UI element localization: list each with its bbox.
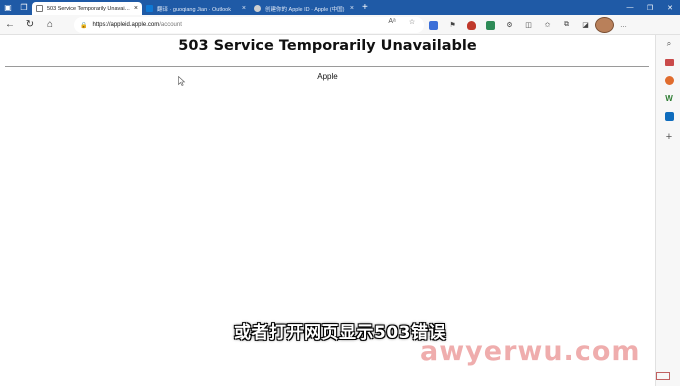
tab-503[interactable]: 503 Service Temporarily Unavaila... × <box>32 2 142 15</box>
translate-extension-icon[interactable] <box>424 17 443 33</box>
extensions: ⚑ ⚙ ◫ ✩ ⧉ ◪ … <box>424 17 633 33</box>
watermark: awyerwu.com <box>420 336 641 367</box>
tab-label: 503 Service Temporarily Unavaila... <box>47 5 131 12</box>
url-path: /account <box>159 22 182 28</box>
close-window-icon[interactable]: ✕ <box>660 0 680 15</box>
refresh-icon[interactable]: ↻ <box>20 15 40 35</box>
office-icon[interactable]: W <box>664 93 674 103</box>
corner-logo-icon <box>656 372 670 380</box>
close-icon[interactable]: × <box>242 5 246 12</box>
add-icon[interactable]: + <box>664 131 674 143</box>
workspaces-icon[interactable]: ▣ <box>0 0 16 15</box>
new-tab-button[interactable]: + <box>362 2 368 13</box>
favorites-icon[interactable]: ✩ <box>538 17 557 33</box>
home-icon[interactable]: ⌂ <box>40 15 60 35</box>
search-icon[interactable]: ⌕ <box>664 39 674 49</box>
briefcase-icon[interactable] <box>664 57 674 67</box>
maximize-icon[interactable]: ❐ <box>640 0 660 15</box>
more-icon[interactable]: … <box>614 17 633 33</box>
close-icon[interactable]: × <box>350 5 354 12</box>
tab-label: 翻译 · guoqiang Jian · Outlook <box>157 6 231 13</box>
screenshot-icon[interactable]: ◪ <box>576 17 595 33</box>
tab-actions-icon[interactable]: ❐ <box>16 0 32 15</box>
server-name: Apple <box>317 72 338 81</box>
divider <box>5 66 649 67</box>
shield-extension-icon[interactable] <box>462 17 481 33</box>
minimize-icon[interactable]: — <box>620 0 640 15</box>
apple-icon <box>254 5 261 12</box>
outlook-icon[interactable] <box>664 75 674 85</box>
favorite-star-icon[interactable]: ☆ <box>402 18 422 26</box>
tab-outlook[interactable]: 翻译 · guoqiang Jian · Outlook × <box>142 2 250 15</box>
split-screen-icon[interactable]: ◫ <box>519 17 538 33</box>
window-controls: — ❐ ✕ <box>620 0 680 15</box>
collections-icon[interactable]: ⧉ <box>557 17 576 33</box>
close-icon[interactable]: × <box>134 5 138 12</box>
tab-label: 创建你的 Apple ID · Apple (中国) <box>265 6 345 13</box>
page-title: 503 Service Temporarily Unavailable <box>178 38 477 54</box>
avatar[interactable] <box>595 17 614 33</box>
outlook-icon <box>146 5 153 12</box>
url-host: https://appleid.apple.com <box>92 22 160 28</box>
address-bar[interactable]: 🔒 https://appleid.apple.com/account <box>74 17 424 33</box>
back-icon[interactable]: ← <box>0 15 20 35</box>
toolbar: ← ↻ ⌂ 🔒 https://appleid.apple.com/accoun… <box>0 15 680 35</box>
tab-apple-id[interactable]: 创建你的 Apple ID · Apple (中国) × <box>250 2 358 15</box>
lock-icon[interactable]: 🔒 <box>80 22 87 29</box>
address-actions: Aᵃ ☆ <box>382 18 422 26</box>
extension-icon[interactable]: ⚑ <box>443 17 462 33</box>
green-extension-icon[interactable] <box>481 17 500 33</box>
read-aloud-icon[interactable]: Aᵃ <box>382 18 402 26</box>
gear-icon[interactable]: ⚙ <box>500 17 519 33</box>
mouse-cursor-icon <box>178 76 186 86</box>
page-icon <box>36 5 43 12</box>
outlook-mail-icon[interactable] <box>664 111 674 121</box>
tab-strip: ▣ ❐ 503 Service Temporarily Unavaila... … <box>0 0 680 15</box>
